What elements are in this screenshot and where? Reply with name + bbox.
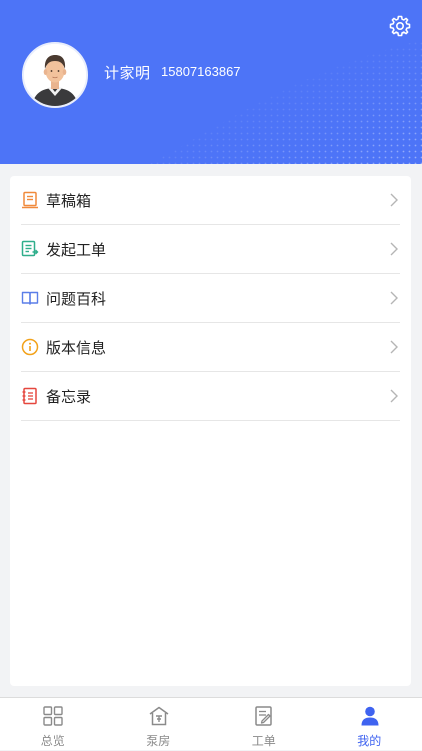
menu-card: 草稿箱 发起工单 问题百科 版本: [10, 176, 411, 686]
menu-item-create-workorder[interactable]: 发起工单: [21, 225, 400, 274]
tab-label-pump-house: 泵房: [106, 732, 212, 749]
tab-mine[interactable]: 我的: [317, 698, 422, 751]
menu-label-version-info: 版本信息: [46, 337, 106, 358]
menu-item-version-info[interactable]: 版本信息: [21, 323, 400, 372]
settings-button[interactable]: [388, 14, 412, 38]
user-name: 计家明: [104, 62, 151, 83]
tab-overview[interactable]: 总览: [0, 698, 106, 751]
memo-icon: [21, 387, 39, 405]
tab-label-overview: 总览: [0, 732, 106, 749]
gear-icon: [388, 14, 412, 38]
grid-icon: [42, 705, 64, 727]
tab-workorder[interactable]: 工单: [211, 698, 317, 751]
chevron-right-icon: [388, 339, 400, 355]
tab-label-mine: 我的: [317, 732, 422, 749]
workorder-icon: [253, 705, 275, 727]
user-avatar-icon: [24, 44, 86, 106]
avatar[interactable]: [22, 42, 88, 108]
chevron-right-icon: [388, 388, 400, 404]
bottom-tab-bar: 总览 泵房 工单 我的: [0, 697, 422, 750]
menu-label-memo: 备忘录: [46, 386, 91, 407]
chevron-right-icon: [388, 192, 400, 208]
book-icon: [21, 289, 39, 307]
pump-house-icon: [148, 705, 170, 727]
drafts-icon: [21, 191, 39, 209]
tab-pump-house[interactable]: 泵房: [106, 698, 212, 751]
info-icon: [21, 338, 39, 356]
create-workorder-icon: [21, 240, 39, 258]
menu-label-faq: 问题百科: [46, 288, 106, 309]
person-icon: [359, 705, 381, 727]
menu-item-drafts[interactable]: 草稿箱: [21, 176, 400, 225]
chevron-right-icon: [388, 290, 400, 306]
menu-label-create-workorder: 发起工单: [46, 239, 106, 260]
chevron-right-icon: [388, 241, 400, 257]
user-phone: 15807163867: [161, 64, 241, 79]
menu-label-drafts: 草稿箱: [46, 190, 91, 211]
tab-label-workorder: 工单: [211, 732, 317, 749]
profile-header: 计家明 15807163867: [0, 0, 422, 164]
menu-item-faq[interactable]: 问题百科: [21, 274, 400, 323]
menu-item-memo[interactable]: 备忘录: [21, 372, 400, 421]
